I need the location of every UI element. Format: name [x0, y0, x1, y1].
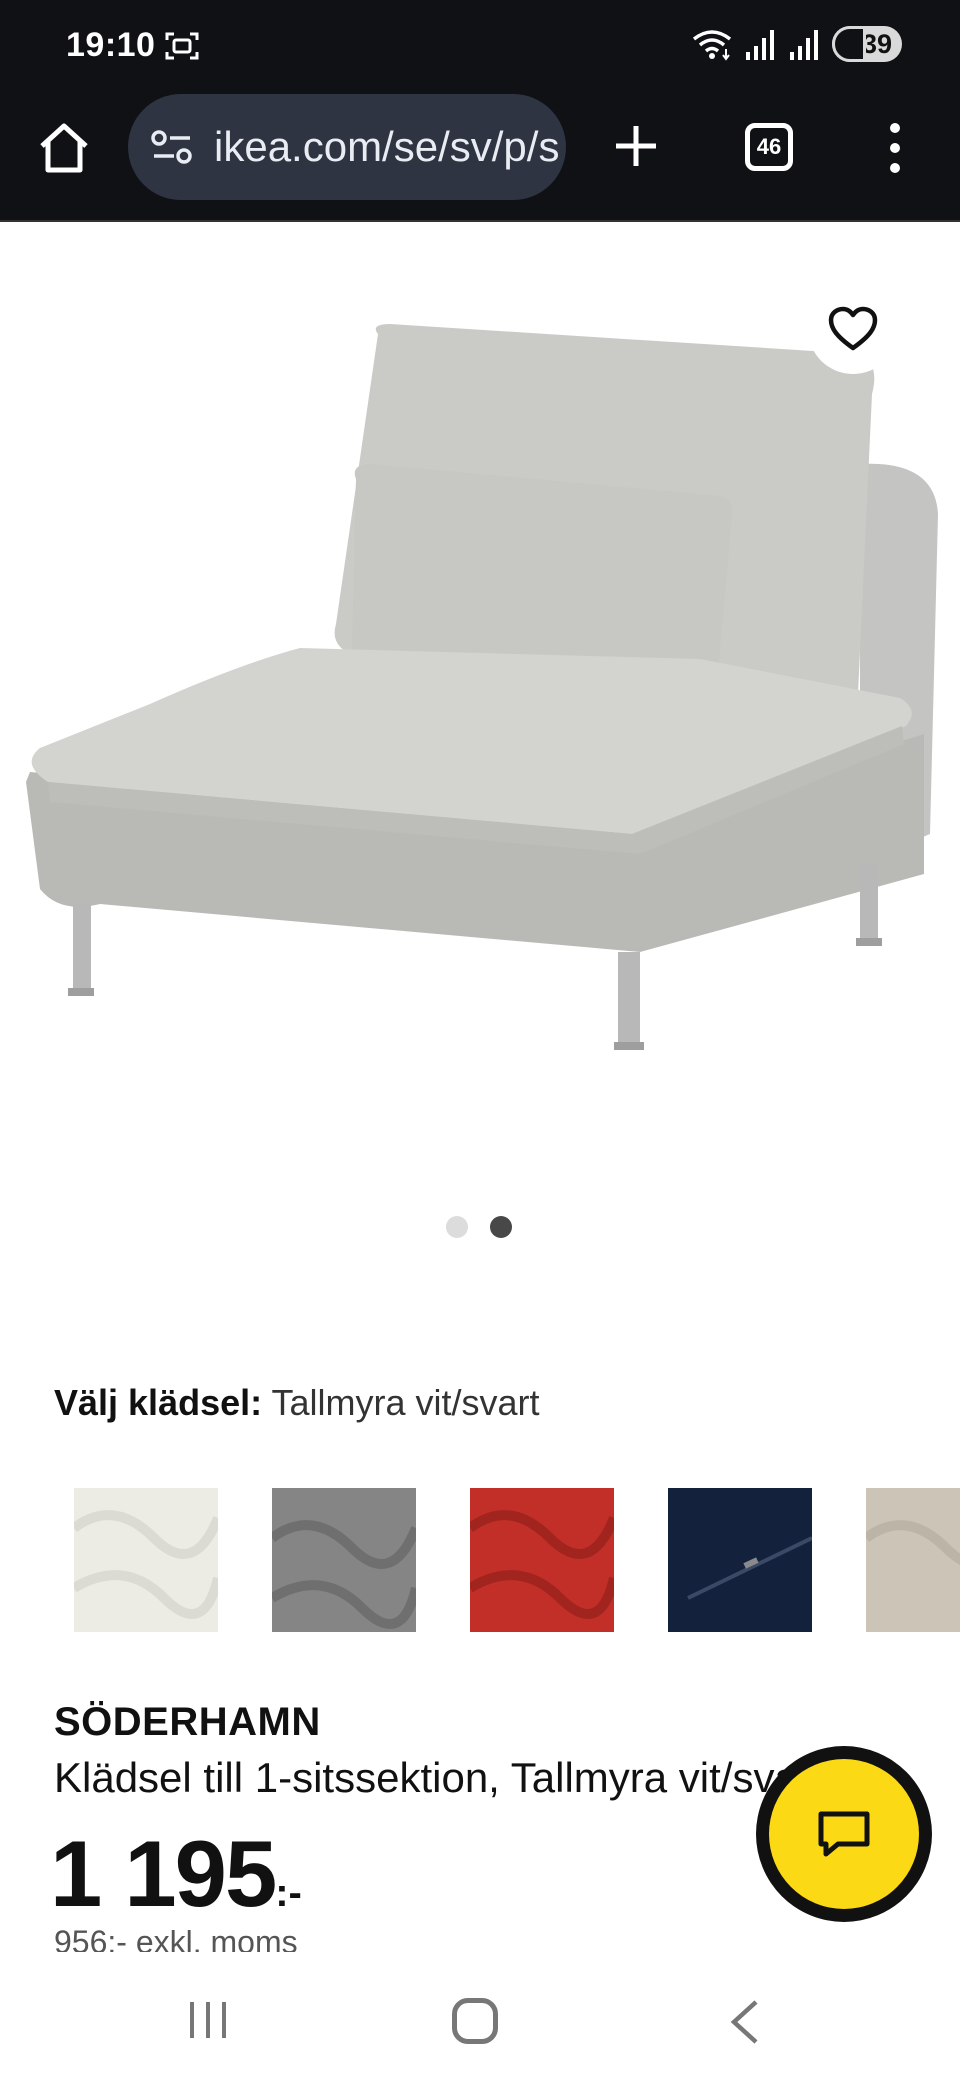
product-description: Klädsel till 1-sitssektion, Tallmyra vit…: [54, 1754, 814, 1801]
signal-icon: [746, 30, 774, 60]
fabric-swatch[interactable]: [668, 1488, 812, 1632]
status-icons: 39: [690, 26, 902, 62]
battery-level: 39: [861, 28, 892, 59]
gallery-pagination: [446, 1216, 512, 1238]
back-icon[interactable]: [728, 1998, 762, 2046]
site-settings-icon[interactable]: [150, 127, 194, 167]
recent-apps-icon[interactable]: [186, 1998, 230, 2042]
product-image-gallery[interactable]: [0, 224, 960, 1264]
pagination-dot[interactable]: [446, 1216, 468, 1238]
signal-icon: [790, 30, 818, 60]
tab-count: 46: [756, 134, 782, 159]
home-nav-icon[interactable]: [452, 1998, 498, 2044]
status-time: 19:10: [66, 26, 156, 64]
price-suffix: :-: [275, 1871, 302, 1915]
chat-button[interactable]: [756, 1746, 932, 1922]
status-bar: 19:10 39: [0, 0, 960, 92]
fabric-swatch[interactable]: [866, 1488, 960, 1632]
heart-icon: [828, 306, 878, 351]
chat-button-inner: [769, 1759, 919, 1909]
fabric-swatch[interactable]: [470, 1488, 614, 1632]
product-price: 1 195:-: [50, 1820, 302, 1928]
price-ex-vat: 956:- exkl. moms: [54, 1930, 474, 1952]
system-navigation-bar: [0, 1956, 960, 2080]
favorite-button[interactable]: [808, 284, 898, 374]
fabric-swatch[interactable]: [272, 1488, 416, 1632]
pagination-dot-active[interactable]: [490, 1216, 512, 1238]
plus-icon[interactable]: [608, 118, 664, 174]
wifi-icon: [692, 30, 732, 61]
fabric-selector-label: Välj klädsel: Tallmyra vit/svart: [54, 1382, 540, 1424]
home-icon[interactable]: [36, 120, 92, 176]
browser-toolbar: ikea.com/se/sv/p/s 46: [0, 92, 960, 222]
product-name: SÖDERHAMN: [54, 1700, 321, 1744]
battery-icon: [832, 26, 866, 62]
more-vert-icon[interactable]: [880, 122, 910, 174]
price-value: 1 195: [50, 1821, 277, 1926]
address-bar[interactable]: ikea.com/se/sv/p/s: [128, 94, 566, 200]
tabs-button[interactable]: 46: [745, 123, 793, 171]
chat-icon: [818, 1811, 870, 1857]
product-photo: [26, 324, 938, 1050]
price-ex-vat-text: 956:- exkl. moms: [54, 1930, 298, 1952]
url-text: ikea.com/se/sv/p/s: [214, 123, 560, 170]
screenshot-icon: [165, 32, 199, 60]
fabric-label-text: Välj klädsel:: [54, 1382, 263, 1423]
battery-indicator: 39: [832, 26, 902, 62]
selected-fabric: Tallmyra vit/svart: [271, 1382, 540, 1423]
fabric-swatch-list: [74, 1488, 960, 1634]
fabric-swatch[interactable]: [74, 1488, 218, 1632]
